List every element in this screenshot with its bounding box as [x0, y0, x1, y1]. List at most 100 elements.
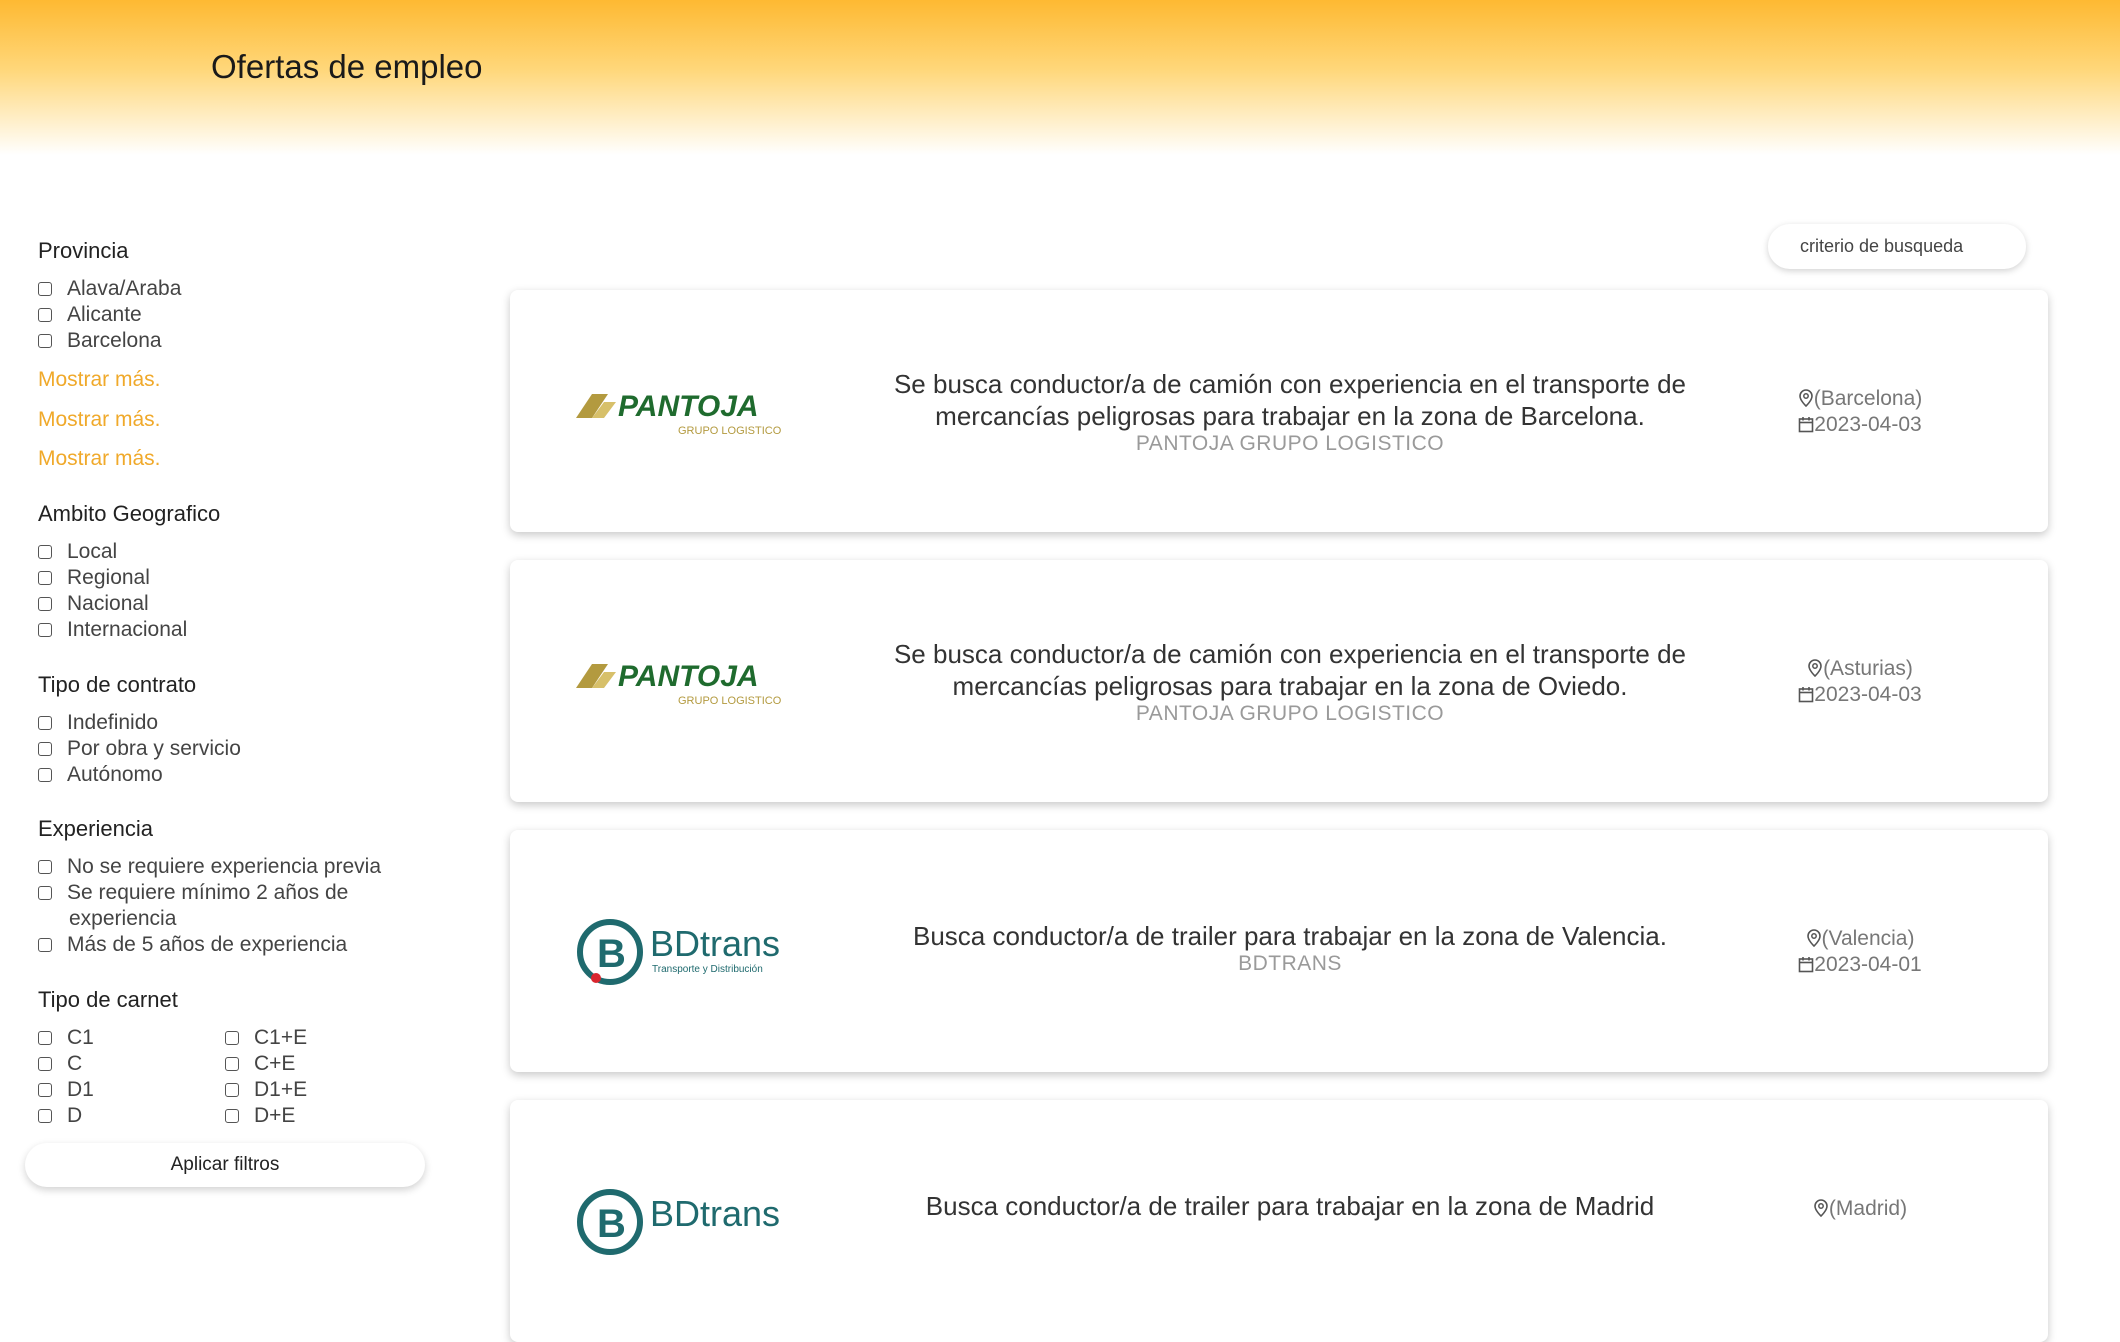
filter-option-2-anos-cont: experiencia	[69, 907, 177, 930]
show-more-link[interactable]: Mostrar más.	[38, 408, 161, 432]
filter-option-d1[interactable]: D1	[38, 1078, 94, 1102]
header-banner: Ofertas de empleo	[0, 0, 2120, 155]
company-name: BDTRANS	[1238, 952, 1342, 975]
checkbox[interactable]	[38, 597, 52, 611]
filter-title-ambito: Ambito Geografico	[38, 501, 221, 526]
checkbox[interactable]	[38, 308, 52, 322]
apply-filters-button[interactable]: Aplicar filtros	[25, 1143, 425, 1187]
job-title: Se busca conductor/a de camión con exper…	[893, 639, 1687, 701]
job-meta: (Valencia) 2023-04-01	[1760, 926, 1960, 978]
checkbox[interactable]	[38, 860, 52, 874]
page-title: Ofertas de empleo	[211, 48, 483, 85]
company-name: PANTOJA GRUPO LOGISTICO	[1135, 702, 1445, 725]
job-info: Busca conductor/a de trailer para trabaj…	[880, 920, 1700, 976]
checkbox[interactable]	[38, 716, 52, 730]
job-card[interactable]: PANTOJA GRUPO LOGISTICO Se busca conduct…	[510, 560, 2048, 802]
svg-text:B: B	[597, 1202, 626, 1246]
filter-option-obra[interactable]: Por obra y servicio	[38, 737, 241, 761]
filter-title-provincia: Provincia	[38, 238, 129, 263]
job-info: Se busca conductor/a de camión con exper…	[880, 638, 1700, 726]
job-title: Busca conductor/a de trailer para trabaj…	[925, 1191, 1655, 1221]
calendar-icon	[1798, 957, 1814, 973]
show-more-link[interactable]: Mostrar más.	[38, 447, 161, 471]
date: 2023-04-03	[1760, 412, 1960, 438]
svg-text:GRUPO LOGISTICO: GRUPO LOGISTICO	[678, 425, 782, 437]
job-info: Busca conductor/a de trailer para trabaj…	[880, 1190, 1700, 1222]
filter-option-c1[interactable]: C1	[38, 1026, 94, 1050]
pantoja-logo: PANTOJA GRUPO LOGISTICO	[576, 390, 782, 437]
pantoja-logo: PANTOJA GRUPO LOGISTICO	[576, 660, 782, 707]
checkbox[interactable]	[225, 1031, 239, 1045]
map-pin-icon	[1814, 1199, 1828, 1218]
checkbox[interactable]	[225, 1057, 239, 1071]
checkbox[interactable]	[38, 886, 52, 900]
filter-option-de[interactable]: D+E	[225, 1104, 295, 1128]
job-card[interactable]: B BDtrans Busca conductor/a de trailer p…	[510, 1100, 2048, 1342]
location: (Valencia)	[1760, 926, 1960, 952]
svg-text:B: B	[597, 932, 626, 976]
checkbox[interactable]	[38, 1031, 52, 1045]
checkbox[interactable]	[38, 1109, 52, 1123]
calendar-icon	[1798, 417, 1814, 433]
filter-option-autonomo[interactable]: Autónomo	[38, 763, 163, 787]
filter-option-sin-experiencia[interactable]: No se requiere experiencia previa	[38, 855, 381, 879]
job-title: Busca conductor/a de trailer para trabaj…	[913, 921, 1667, 951]
checkbox[interactable]	[225, 1109, 239, 1123]
date: 2023-04-03	[1760, 682, 1960, 708]
checkbox[interactable]	[38, 1057, 52, 1071]
job-title: Se busca conductor/a de camión con exper…	[893, 369, 1687, 431]
checkbox[interactable]	[38, 334, 52, 348]
filter-option-alava[interactable]: Alava/Araba	[38, 277, 181, 301]
company-name: PANTOJA GRUPO LOGISTICO	[1135, 432, 1445, 455]
filter-option-local[interactable]: Local	[38, 540, 117, 564]
filter-option-indefinido[interactable]: Indefinido	[38, 711, 158, 735]
filter-option-c[interactable]: C	[38, 1052, 82, 1076]
map-pin-icon	[1806, 929, 1821, 948]
location: (Asturias)	[1760, 656, 1960, 682]
filter-title-experiencia: Experiencia	[38, 816, 153, 841]
filter-option-alicante[interactable]: Alicante	[38, 303, 142, 327]
filter-option-2-anos[interactable]: Se requiere mínimo 2 años de	[38, 881, 348, 905]
map-pin-icon	[1798, 389, 1813, 408]
job-card[interactable]: B BDtrans Transporte y Distribución Busc…	[510, 830, 2048, 1072]
filter-option-d[interactable]: D	[38, 1104, 82, 1128]
calendar-icon	[1798, 687, 1814, 703]
map-pin-icon	[1808, 659, 1822, 678]
checkbox[interactable]	[38, 282, 52, 296]
filter-option-c1e[interactable]: C1+E	[225, 1026, 307, 1050]
filter-title-carnet: Tipo de carnet	[38, 987, 178, 1012]
job-meta: (Asturias) 2023-04-03	[1760, 656, 1960, 708]
filter-option-internacional[interactable]: Internacional	[38, 618, 187, 642]
job-info: Se busca conductor/a de camión con exper…	[880, 368, 1700, 456]
filter-option-regional[interactable]: Regional	[38, 566, 150, 590]
bdtrans-logo: B BDtrans Transporte y Distribución	[577, 919, 780, 985]
filter-option-nacional[interactable]: Nacional	[38, 592, 149, 616]
job-meta: (Madrid)	[1760, 1196, 1960, 1222]
svg-text:BDtrans: BDtrans	[650, 923, 780, 964]
bdtrans-logo: B BDtrans	[577, 1189, 780, 1255]
checkbox[interactable]	[38, 1083, 52, 1097]
svg-text:Transporte y Distribución: Transporte y Distribución	[652, 964, 763, 975]
job-card[interactable]: PANTOJA GRUPO LOGISTICO Se busca conduct…	[510, 290, 2048, 532]
location: (Madrid)	[1760, 1196, 1960, 1222]
date: 2023-04-01	[1760, 952, 1960, 978]
svg-text:PANTOJA: PANTOJA	[618, 660, 759, 693]
checkbox[interactable]	[38, 742, 52, 756]
checkbox[interactable]	[38, 623, 52, 637]
location: (Barcelona)	[1760, 386, 1960, 412]
filter-title-contrato: Tipo de contrato	[38, 672, 197, 697]
checkbox[interactable]	[38, 571, 52, 585]
svg-text:PANTOJA: PANTOJA	[618, 390, 759, 423]
filter-option-barcelona[interactable]: Barcelona	[38, 329, 162, 353]
show-more-link[interactable]: Mostrar más.	[38, 368, 161, 392]
svg-text:GRUPO LOGISTICO: GRUPO LOGISTICO	[678, 695, 782, 707]
filter-option-5-anos[interactable]: Más de 5 años de experiencia	[38, 933, 347, 957]
checkbox[interactable]	[38, 768, 52, 782]
checkbox[interactable]	[38, 938, 52, 952]
filter-option-d1e[interactable]: D1+E	[225, 1078, 307, 1102]
checkbox[interactable]	[225, 1083, 239, 1097]
search-input[interactable]	[1768, 224, 2026, 269]
job-meta: (Barcelona) 2023-04-03	[1760, 386, 1960, 438]
checkbox[interactable]	[38, 545, 52, 559]
filter-option-ce[interactable]: C+E	[225, 1052, 295, 1076]
